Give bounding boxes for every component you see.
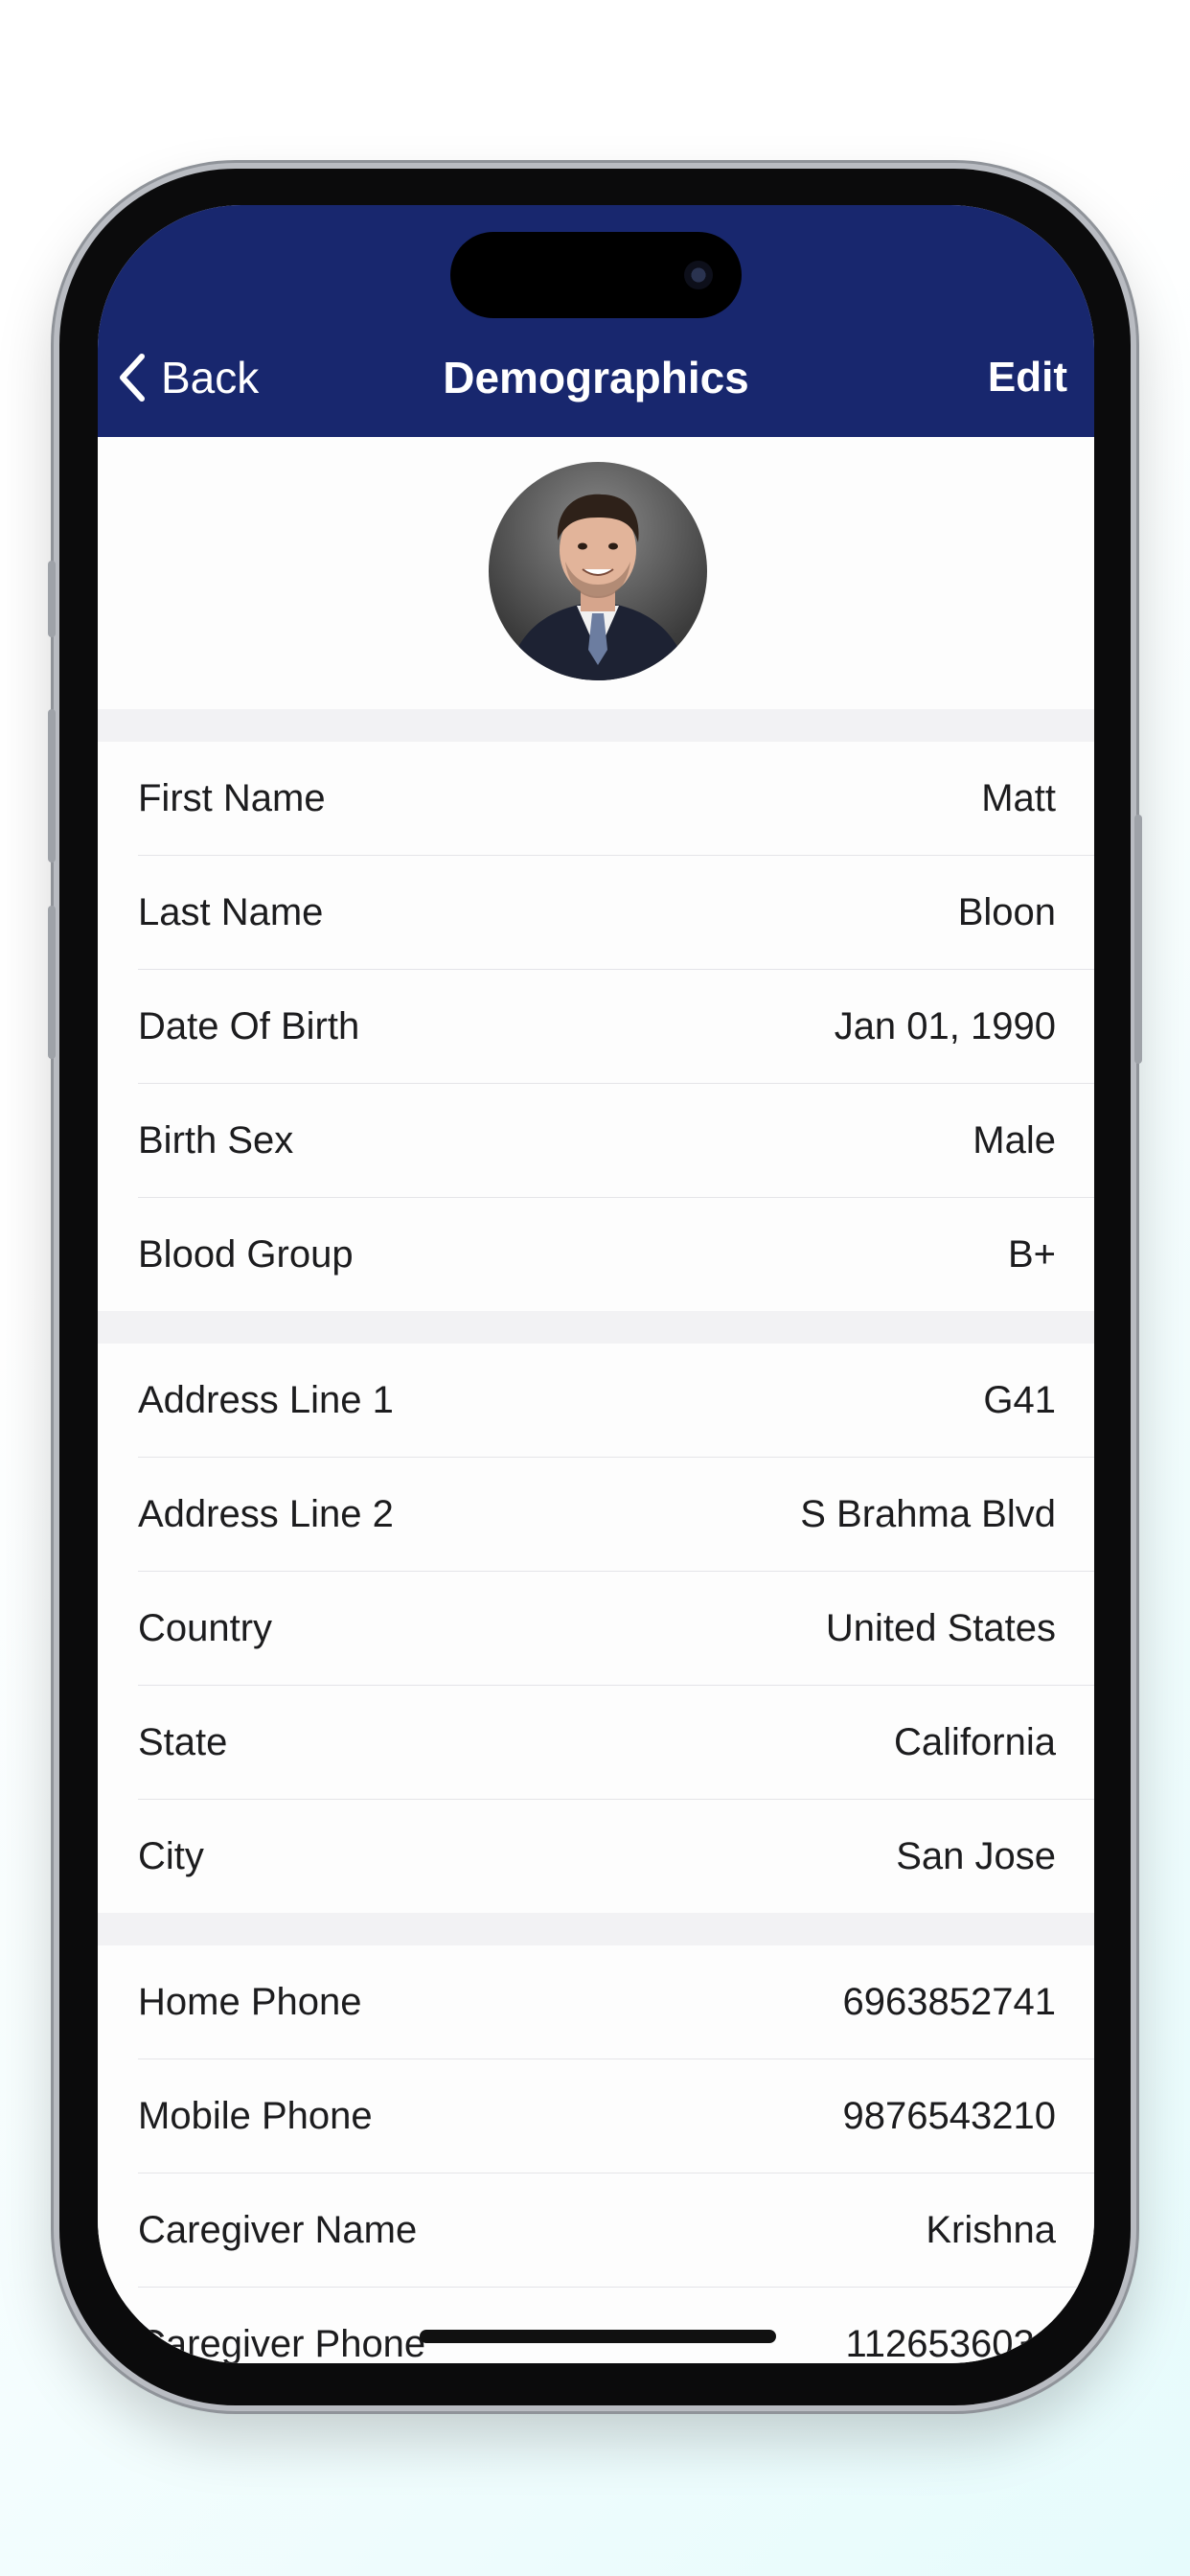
row-label: Last Name [138, 890, 324, 933]
row-value: San Jose [896, 1834, 1056, 1877]
list-item-country: Country United States [138, 1572, 1094, 1686]
row-label: Caregiver Phone [138, 2322, 426, 2364]
list-item-state: State California [138, 1686, 1094, 1800]
row-label: Date Of Birth [138, 1004, 360, 1047]
row-value: United States [825, 1606, 1056, 1649]
row-value: G41 [983, 1378, 1056, 1421]
page-title: Demographics [443, 353, 749, 402]
list-item-caregiver-name: Caregiver Name Krishna [138, 2174, 1094, 2288]
row-value: 9876543210 [842, 2094, 1056, 2137]
row-label: First Name [138, 776, 326, 819]
row-label: State [138, 1720, 228, 1763]
list-item-city: City San Jose [138, 1800, 1094, 1913]
action-button [48, 561, 56, 637]
row-value: 6963852741 [842, 1980, 1056, 2023]
list-item-blood-group: Blood Group B+ [138, 1198, 1094, 1311]
list-item-date-of-birth: Date Of Birth Jan 01, 1990 [138, 970, 1094, 1084]
row-value: B+ [1007, 1232, 1056, 1276]
row-label: Home Phone [138, 1980, 362, 2023]
list-item-first-name: First Name Matt [138, 742, 1094, 856]
row-label: Mobile Phone [138, 2094, 373, 2137]
list-item-caregiver-phone: Caregiver Phone 1126536034 [138, 2288, 1094, 2364]
power-button [1134, 815, 1142, 1064]
section-separator [98, 709, 1094, 742]
row-label: Country [138, 1606, 273, 1649]
dynamic-island [450, 232, 742, 318]
address-section: Address Line 1 G41 Address Line 2 S Brah… [98, 1344, 1094, 1913]
list-item-birth-sex: Birth Sex Male [138, 1084, 1094, 1198]
list-item-home-phone: Home Phone 6963852741 [138, 1945, 1094, 2059]
personal-info-section: First Name Matt Last Name Bloon Date Of … [98, 742, 1094, 1311]
home-indicator[interactable] [420, 2330, 776, 2343]
list-item-address-line-2: Address Line 2 S Brahma Blvd [138, 1458, 1094, 1572]
list-item-address-line-1: Address Line 1 G41 [138, 1344, 1094, 1458]
row-label: Birth Sex [138, 1118, 294, 1162]
row-label: Address Line 1 [138, 1378, 394, 1421]
volume-up-button [48, 709, 56, 862]
list-item-last-name: Last Name Bloon [138, 856, 1094, 970]
row-value: Male [973, 1118, 1056, 1162]
phone-screen: Back Demographics Edit First Name Matt L… [98, 205, 1094, 2363]
edit-button[interactable]: Edit [988, 349, 1067, 406]
demographics-list: First Name Matt Last Name Bloon Date Of … [98, 437, 1094, 2363]
row-value: Bloon [957, 890, 1056, 933]
section-separator [98, 1913, 1094, 1945]
row-value: Krishna [926, 2208, 1056, 2251]
row-label: Address Line 2 [138, 1492, 394, 1535]
row-label: City [138, 1834, 204, 1877]
row-label: Caregiver Name [138, 2208, 418, 2251]
row-value: 1126536034 [845, 2322, 1057, 2364]
avatar-section [98, 437, 1094, 709]
row-value: California [894, 1720, 1056, 1763]
list-item-mobile-phone: Mobile Phone 9876543210 [138, 2059, 1094, 2174]
row-value: Matt [981, 776, 1056, 819]
avatar [489, 462, 707, 680]
contact-section: Home Phone 6963852741 Mobile Phone 98765… [98, 1945, 1094, 2363]
row-label: Blood Group [138, 1232, 354, 1276]
section-separator [98, 1311, 1094, 1344]
volume-down-button [48, 906, 56, 1059]
row-value: S Brahma Blvd [800, 1492, 1056, 1535]
row-value: Jan 01, 1990 [834, 1004, 1056, 1047]
profile-photo [506, 494, 690, 680]
navigation-bar: Back Demographics Edit [98, 205, 1094, 437]
camera-icon [684, 261, 713, 289]
